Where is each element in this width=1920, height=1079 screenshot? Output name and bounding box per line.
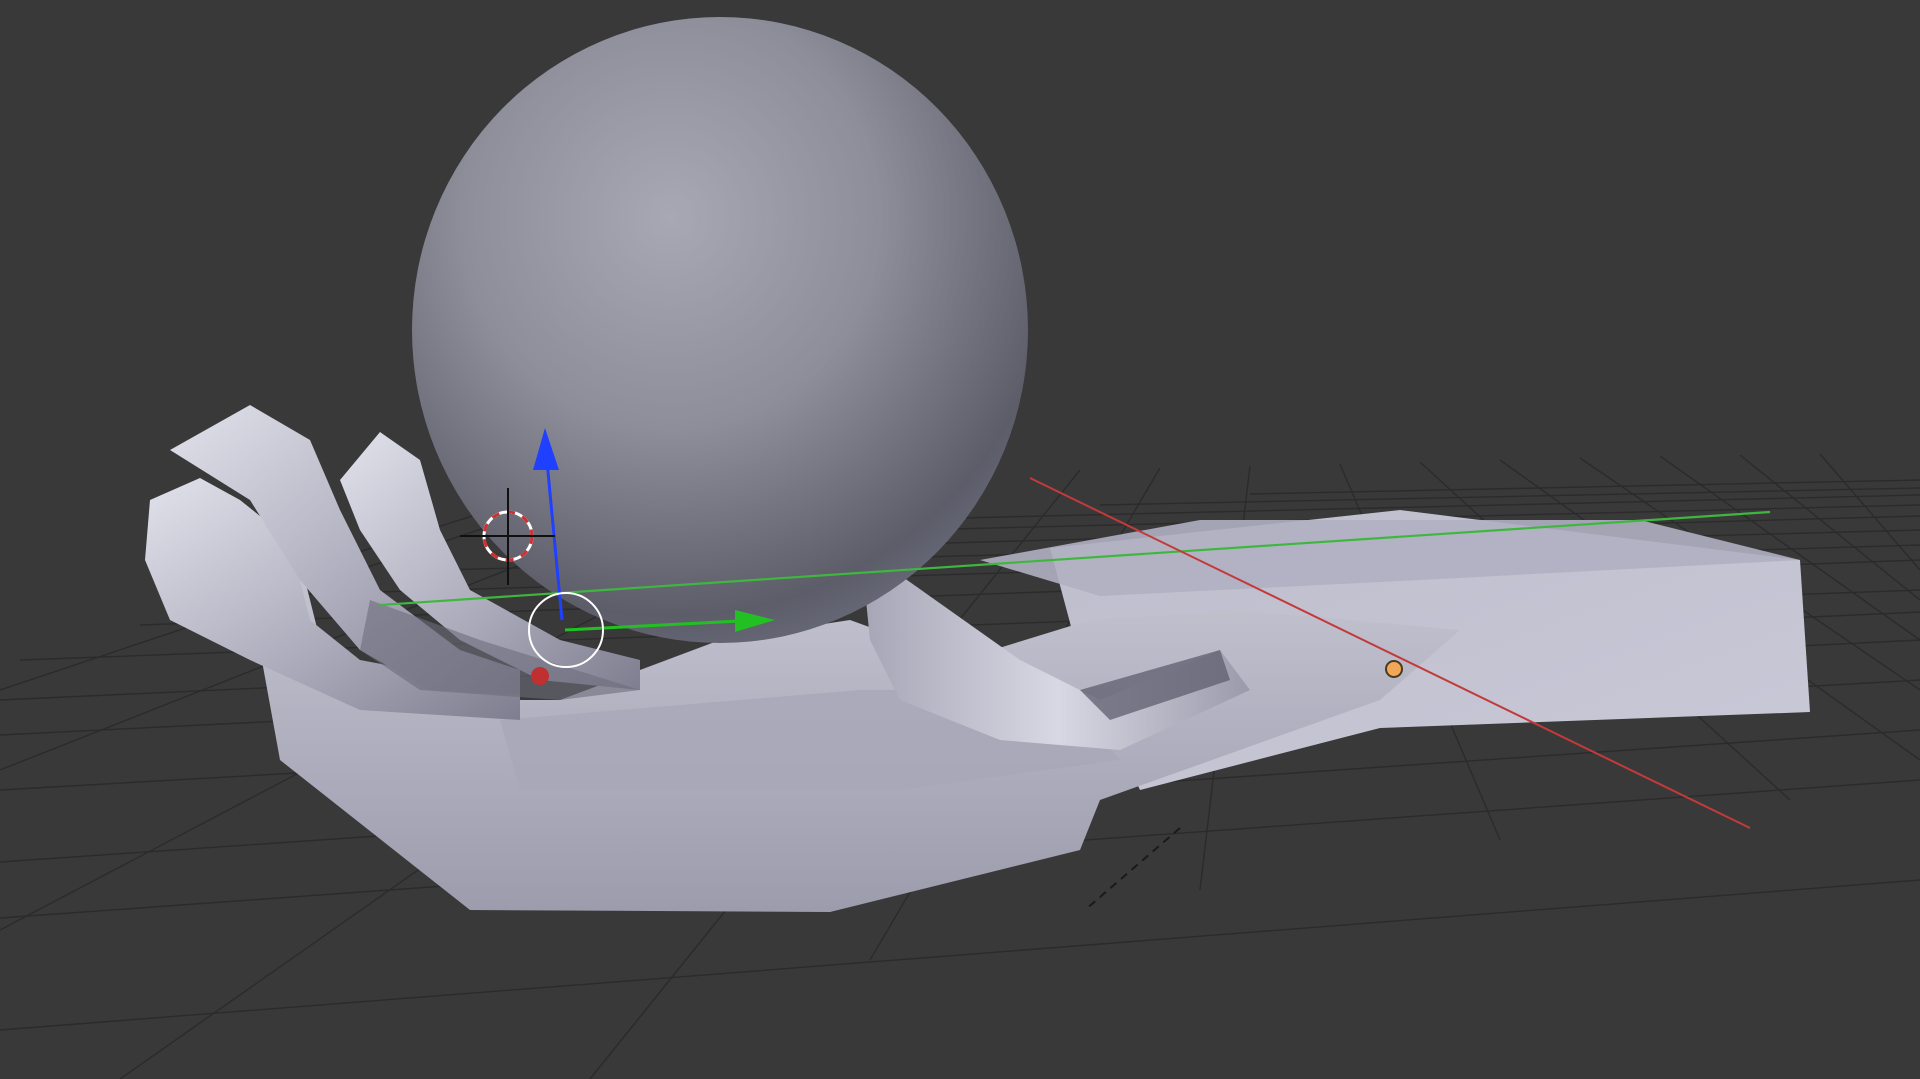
viewport-canvas[interactable]: [0, 0, 1920, 1079]
sphere-object[interactable]: [412, 17, 1028, 643]
object-origin-icon: [1385, 660, 1403, 678]
x-arrow-head[interactable]: [531, 667, 549, 685]
x-axis-dashed: [1084, 827, 1181, 911]
3d-viewport[interactable]: [0, 0, 1920, 1079]
sphere-mesh: [412, 17, 1028, 643]
